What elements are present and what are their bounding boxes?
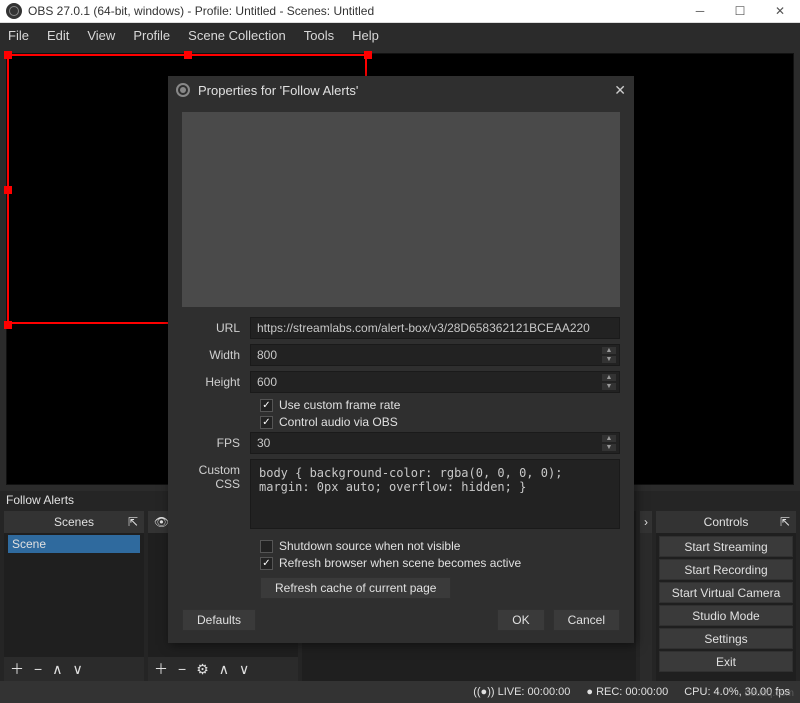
- fps-input[interactable]: 30 ▲▼: [250, 432, 620, 454]
- width-spinner[interactable]: ▲▼: [601, 346, 617, 364]
- properties-dialog: Properties for 'Follow Alerts' ✕ URL htt…: [168, 76, 634, 643]
- defaults-button[interactable]: Defaults: [182, 609, 256, 631]
- refresh-browser-label: Refresh browser when scene becomes activ…: [279, 556, 521, 570]
- refresh-browser-checkbox[interactable]: [260, 557, 273, 570]
- dialog-source-preview: [182, 112, 620, 307]
- ok-button[interactable]: OK: [497, 609, 544, 631]
- dialog-title-text: Properties for 'Follow Alerts': [198, 83, 614, 98]
- url-input[interactable]: https://streamlabs.com/alert-box/v3/28D6…: [250, 317, 620, 339]
- dialog-titlebar[interactable]: Properties for 'Follow Alerts' ✕: [168, 76, 634, 104]
- fps-spinner[interactable]: ▲▼: [601, 434, 617, 452]
- control-audio-label: Control audio via OBS: [279, 415, 398, 429]
- refresh-cache-button[interactable]: Refresh cache of current page: [260, 577, 451, 599]
- custom-css-label: Custom CSS: [182, 459, 250, 491]
- shutdown-checkbox[interactable]: [260, 540, 273, 553]
- custom-css-textarea[interactable]: body { background-color: rgba(0, 0, 0, 0…: [250, 459, 620, 529]
- height-input[interactable]: 600 ▲▼: [250, 371, 620, 393]
- control-audio-checkbox[interactable]: [260, 416, 273, 429]
- dialog-overlay: Properties for 'Follow Alerts' ✕ URL htt…: [0, 0, 800, 703]
- watermark: deuaq.com: [745, 688, 794, 699]
- obs-small-icon: [176, 83, 190, 97]
- shutdown-label: Shutdown source when not visible: [279, 539, 460, 553]
- height-label: Height: [182, 375, 250, 389]
- width-label: Width: [182, 348, 250, 362]
- custom-frame-rate-checkbox[interactable]: [260, 399, 273, 412]
- url-label: URL: [182, 321, 250, 335]
- height-spinner[interactable]: ▲▼: [601, 373, 617, 391]
- custom-frame-rate-label: Use custom frame rate: [279, 398, 400, 412]
- cancel-button[interactable]: Cancel: [553, 609, 620, 631]
- fps-label: FPS: [182, 436, 250, 450]
- width-input[interactable]: 800 ▲▼: [250, 344, 620, 366]
- dialog-close-button[interactable]: ✕: [614, 82, 626, 99]
